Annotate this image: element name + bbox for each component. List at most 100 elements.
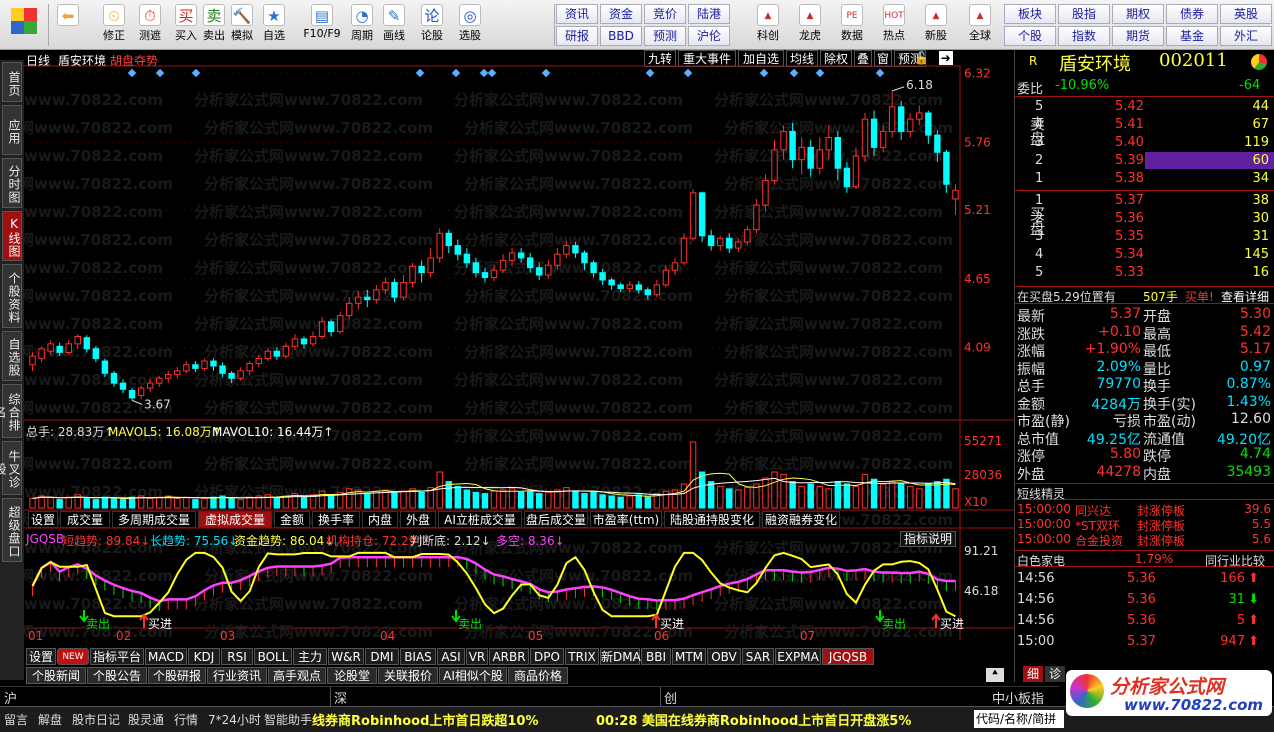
event-marker-icon[interactable] xyxy=(127,68,137,78)
candle[interactable] xyxy=(237,367,244,381)
indicator-button[interactable]: 主力 xyxy=(293,648,327,665)
candle[interactable] xyxy=(680,233,688,266)
indicator-button[interactable]: OBV xyxy=(707,648,741,665)
volume-bar[interactable] xyxy=(29,497,36,509)
candle[interactable] xyxy=(499,254,507,273)
volume-bar[interactable] xyxy=(635,494,642,509)
volume-bar[interactable] xyxy=(327,495,335,509)
ask-row[interactable]: 4 5.41 67 xyxy=(1015,116,1274,134)
volume-bar[interactable] xyxy=(716,485,724,509)
volume-bar[interactable] xyxy=(418,491,425,509)
left-tab-7[interactable]: 牛叉诊股 xyxy=(0,441,22,495)
volume-bar[interactable] xyxy=(119,499,127,509)
volume-bar[interactable] xyxy=(925,483,932,509)
toolbar-market-button[interactable]: 债券 xyxy=(1166,4,1218,24)
volume-bar[interactable] xyxy=(689,441,697,509)
candle[interactable] xyxy=(689,189,697,241)
indicator-button[interactable]: BBI xyxy=(641,648,671,665)
indicator-button[interactable]: MACD xyxy=(145,648,187,665)
volume-bar[interactable] xyxy=(897,483,905,509)
volume-bar[interactable] xyxy=(355,489,362,509)
volume-bar[interactable] xyxy=(879,483,887,509)
volume-bar[interactable] xyxy=(201,497,208,509)
event-marker-icon[interactable] xyxy=(875,68,885,78)
market-index-zxb[interactable]: 中小板指 xyxy=(992,688,1044,707)
volume-bar[interactable] xyxy=(617,496,624,509)
test-button[interactable]: ⏱ 测遮 xyxy=(134,2,166,48)
candle[interactable] xyxy=(707,229,715,251)
event-marker-icon[interactable] xyxy=(645,68,655,78)
volume-bar[interactable] xyxy=(273,496,281,509)
toolbar-market-button[interactable]: 基金 xyxy=(1166,26,1218,46)
volume-bar[interactable] xyxy=(626,495,633,509)
bid-row[interactable]: 3 5.35 31 xyxy=(1015,228,1274,246)
status-item[interactable]: 留言 xyxy=(4,711,28,728)
volume-bar[interactable] xyxy=(65,496,72,509)
event-marker-icon[interactable] xyxy=(451,68,461,78)
spirit-row[interactable]: 15:00:00 *ST双环 封涨停板 5.5 xyxy=(1015,517,1274,533)
volume-bar[interactable] xyxy=(762,477,769,509)
event-marker-icon[interactable] xyxy=(541,68,551,78)
f10-button[interactable]: ▤ F10/F9 xyxy=(300,2,344,48)
kline-chart[interactable]: 6.325.765.214.654.09分析家公式网www.70822.com分… xyxy=(24,50,1014,682)
news-tab[interactable]: 关联报价 xyxy=(378,667,438,684)
volume-bar[interactable] xyxy=(101,496,109,509)
industry-name[interactable]: 白色家电 xyxy=(1017,552,1065,569)
indicator-button[interactable]: BOLL xyxy=(254,648,292,665)
volume-bar[interactable] xyxy=(816,485,823,509)
indicator-button[interactable]: EXPMA xyxy=(775,648,821,665)
stock-review-button[interactable]: 论论股 xyxy=(416,2,448,48)
left-tab-4[interactable]: 个股资料 xyxy=(2,264,22,328)
indicator-tab[interactable]: 陆股通持股变化 xyxy=(664,511,760,528)
volume-bar[interactable] xyxy=(92,499,100,509)
volume-bar[interactable] xyxy=(481,493,489,509)
indicator-button[interactable]: JGQSB xyxy=(822,648,874,665)
volume-bar[interactable] xyxy=(934,481,941,509)
candle[interactable] xyxy=(445,229,452,253)
market-index-sh[interactable]: 沪 xyxy=(4,688,17,707)
volume-bar[interactable] xyxy=(599,494,606,509)
volume-bar[interactable] xyxy=(373,490,380,509)
toolbar-grid-button[interactable]: 资金 xyxy=(600,4,642,24)
indicator-button[interactable]: DMI xyxy=(365,648,399,665)
toolbar-market-button[interactable]: 期货 xyxy=(1112,26,1164,46)
code-search-input[interactable]: 代码/名称/简拼 xyxy=(974,710,1064,728)
volume-bar[interactable] xyxy=(907,485,914,509)
stock-select-button[interactable]: ◎ 选股 xyxy=(454,2,486,48)
indicator-tab[interactable]: 市盈率(ttm) xyxy=(590,511,662,528)
status-item[interactable]: 智能助手 xyxy=(264,711,312,728)
indicator-help-button[interactable]: 指标说明 xyxy=(900,531,956,547)
ask-row[interactable]: 1 5.38 34 xyxy=(1015,170,1274,188)
volume-bar[interactable] xyxy=(210,496,217,509)
volume-bar[interactable] xyxy=(861,473,869,509)
candle[interactable] xyxy=(925,110,932,144)
data-button[interactable]: PE 数据 xyxy=(832,2,872,48)
left-tab-2[interactable]: 分时图 xyxy=(2,158,22,208)
toolbar-market-button[interactable]: 板块 xyxy=(1004,4,1056,24)
news-tab[interactable]: 个股公告 xyxy=(87,667,147,684)
volume-bar[interactable] xyxy=(56,499,63,509)
indicator-tab[interactable]: AI立桩成交量 xyxy=(438,511,522,528)
left-tab-1[interactable]: 应用 xyxy=(2,105,22,155)
volume-bar[interactable] xyxy=(318,490,326,509)
volume-bar[interactable] xyxy=(916,488,923,509)
event-marker-icon[interactable] xyxy=(487,68,497,78)
ask-row[interactable]: 5 5.42 44 xyxy=(1015,98,1274,116)
event-marker-icon[interactable] xyxy=(683,68,693,78)
indicator-button[interactable]: TRIX xyxy=(565,648,599,665)
toolbar-grid-button[interactable]: 沪伦 xyxy=(688,26,730,46)
toolbar-market-button[interactable]: 股指 xyxy=(1058,4,1110,24)
volume-bar[interactable] xyxy=(526,490,534,509)
left-tab-3[interactable]: K线图 xyxy=(2,211,22,261)
candle[interactable] xyxy=(834,131,842,181)
status-item[interactable]: 解盘 xyxy=(38,711,62,728)
hotspot-button[interactable]: HOT 热点 xyxy=(874,2,914,48)
candle[interactable] xyxy=(698,191,706,242)
indicator-tab[interactable]: 金额 xyxy=(274,511,310,528)
toolbar-grid-button[interactable]: BBD xyxy=(600,26,642,46)
indicator-button[interactable]: DPO xyxy=(530,648,564,665)
candle[interactable] xyxy=(454,239,462,261)
indicator-button[interactable]: ASI xyxy=(437,648,465,665)
left-tab-6[interactable]: 综合排名 xyxy=(0,384,22,438)
volume-bar[interactable] xyxy=(581,493,588,509)
